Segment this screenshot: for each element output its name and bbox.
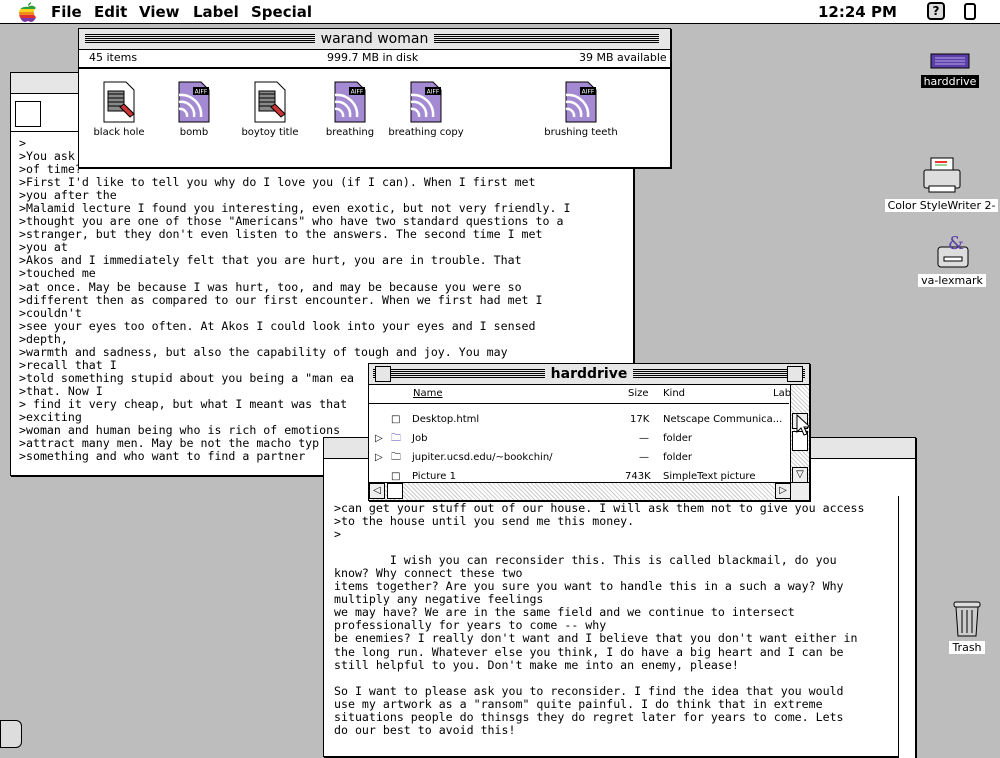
help-menu-icon[interactable]: ? bbox=[927, 2, 945, 20]
desktop-icon-va-lexmark[interactable]: & va-lexmark bbox=[912, 233, 992, 287]
scroll-left-arrow-icon[interactable]: ◁ bbox=[369, 483, 385, 499]
list-item-name: Desktop.html bbox=[412, 414, 480, 425]
file-name: breathing copy bbox=[388, 127, 464, 138]
folder-item-count: 45 items bbox=[89, 51, 138, 64]
list-item-kind: folder bbox=[663, 433, 693, 444]
list-item-size: — bbox=[639, 433, 649, 444]
harddrive-window-title: harddrive bbox=[544, 366, 634, 382]
disk-icon[interactable] bbox=[0, 720, 22, 748]
list-item[interactable]: □ Picture 1 743K SimpleText picture bbox=[369, 467, 789, 482]
movie-file-icon bbox=[103, 81, 135, 123]
svg-text:AIFF: AIFF bbox=[427, 89, 440, 96]
application-menu-icon[interactable] bbox=[964, 3, 976, 20]
scroll-down-arrow-icon[interactable]: ▽ bbox=[792, 467, 808, 483]
email-vertical-scrollbar[interactable] bbox=[898, 496, 915, 758]
svg-text:AIFF: AIFF bbox=[195, 89, 208, 96]
aiff-sound-file-icon: AIFF bbox=[565, 81, 597, 123]
list-item[interactable]: ▷ 🗀 jupiter.ucsd.edu/~bookchin/ — folder bbox=[369, 448, 789, 467]
list-column-headers: Name Size Kind Lab bbox=[369, 385, 791, 404]
disclosure-triangle-icon[interactable]: ▷ bbox=[375, 448, 383, 467]
disclosure-triangle-icon[interactable]: ▷ bbox=[375, 429, 383, 448]
folder-icon: 🗀 bbox=[391, 433, 401, 444]
menu-label[interactable]: Label bbox=[193, 3, 239, 21]
column-header-name[interactable]: Name bbox=[413, 385, 443, 403]
column-header-kind[interactable]: Kind bbox=[663, 385, 685, 403]
file-icon-item[interactable]: AIFF brushing teeth bbox=[536, 81, 626, 138]
folder-info-bar: 45 items 999.7 MB in disk 39 MB availabl… bbox=[79, 50, 670, 69]
folder-window-titlebar[interactable]: warand woman bbox=[79, 29, 670, 50]
document-icon: □ bbox=[391, 471, 401, 482]
list-item[interactable]: ▷ 🗀 Job — folder bbox=[369, 429, 789, 448]
harddrive-window-titlebar[interactable]: harddrive bbox=[369, 364, 809, 385]
list-item-size: 743K bbox=[625, 471, 651, 482]
menu-clock[interactable]: 12:24 PM bbox=[818, 3, 897, 21]
file-name: bomb bbox=[179, 127, 209, 138]
folder-window-title: warand woman bbox=[314, 31, 435, 47]
list-item[interactable]: □ Desktop.html 17K Netscape Communica... bbox=[369, 410, 789, 429]
folder-icon: 🗀 bbox=[391, 452, 401, 463]
document-icon: □ bbox=[391, 414, 401, 425]
file-name: boytoy title bbox=[241, 127, 299, 138]
menu-edit[interactable]: Edit bbox=[94, 3, 127, 21]
column-header-size[interactable]: Size bbox=[628, 385, 649, 403]
folder-window-warand-woman[interactable]: warand woman 45 items 999.7 MB in disk 3… bbox=[78, 28, 671, 168]
apple-menu-icon[interactable] bbox=[18, 2, 38, 22]
aiff-sound-file-icon: AIFF bbox=[410, 81, 442, 123]
list-item-kind: SimpleText picture bbox=[663, 471, 756, 482]
desktop-icon-label: Color StyleWriter 2- bbox=[884, 199, 999, 212]
horizontal-scrollbar[interactable]: ◁ ▷ bbox=[369, 482, 791, 500]
svg-text:AIFF: AIFF bbox=[351, 89, 364, 96]
list-item-name: Picture 1 bbox=[412, 471, 456, 482]
harddrive-icon bbox=[930, 53, 970, 69]
aiff-sound-file-icon: AIFF bbox=[178, 81, 210, 123]
close-box-icon[interactable] bbox=[375, 366, 391, 382]
file-icon-item[interactable]: AIFF breathing copy bbox=[381, 81, 471, 138]
list-item-size: — bbox=[639, 452, 649, 463]
file-name: breathing bbox=[325, 127, 375, 138]
folder-disk-usage: 999.7 MB in disk bbox=[327, 51, 419, 64]
printer-icon bbox=[923, 157, 960, 193]
column-header-label[interactable]: Lab bbox=[773, 385, 791, 403]
list-item-kind: Netscape Communica... bbox=[663, 414, 783, 425]
movie-file-icon bbox=[254, 81, 286, 123]
desktop-icon-label: harddrive bbox=[920, 75, 980, 88]
menu-view[interactable]: View bbox=[139, 3, 180, 21]
list-item-name: Job bbox=[412, 433, 428, 444]
list-item-kind: folder bbox=[663, 452, 693, 463]
email-body-text[interactable]: >can get your stuff out of our house. I … bbox=[334, 502, 894, 752]
zoom-box-icon[interactable] bbox=[787, 366, 803, 382]
harddrive-window[interactable]: harddrive Name Size Kind Lab □ Desktop.h… bbox=[368, 363, 810, 501]
desktop-icon-label: Trash bbox=[949, 641, 985, 654]
aiff-sound-file-icon: AIFF bbox=[334, 81, 366, 123]
desktop-icon-trash[interactable]: Trash bbox=[940, 598, 994, 654]
email-toolbar-button[interactable] bbox=[15, 101, 41, 127]
svg-text:&: & bbox=[948, 233, 964, 254]
file-name: brushing teeth bbox=[544, 127, 618, 138]
folder-available-space: 39 MB available bbox=[579, 51, 667, 64]
list-item-name: jupiter.ucsd.edu/~bookchin/ bbox=[412, 452, 553, 463]
desktop-icon-label: va-lexmark bbox=[918, 274, 986, 287]
list-item-size: 17K bbox=[630, 414, 650, 425]
file-icon-item[interactable]: boytoy title bbox=[225, 81, 315, 138]
menu-bar: File Edit View Label Special 12:24 PM ? bbox=[0, 0, 1000, 24]
scroll-thumb[interactable] bbox=[387, 483, 403, 499]
menu-special[interactable]: Special bbox=[251, 3, 312, 21]
mouse-pointer-icon bbox=[796, 414, 812, 436]
printer-driver-icon: & bbox=[937, 233, 969, 268]
scroll-right-arrow-icon[interactable]: ▷ bbox=[775, 483, 791, 499]
desktop-icon-harddrive[interactable]: harddrive bbox=[918, 52, 982, 88]
trash-icon bbox=[953, 601, 981, 637]
size-box-icon[interactable] bbox=[790, 482, 809, 500]
menu-file[interactable]: File bbox=[51, 3, 82, 21]
file-name: black hole bbox=[93, 127, 145, 138]
svg-text:AIFF: AIFF bbox=[582, 89, 595, 96]
desktop-icon-color-stylewriter[interactable]: Color StyleWriter 2- bbox=[883, 156, 1000, 212]
